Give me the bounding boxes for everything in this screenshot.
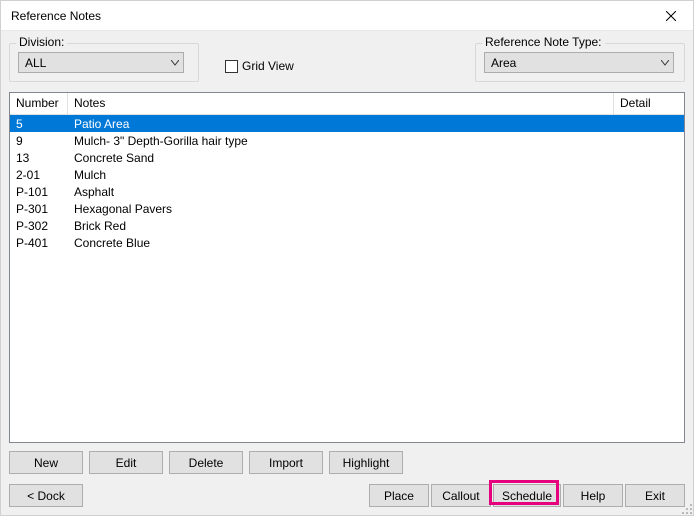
close-button[interactable] xyxy=(649,1,693,31)
reference-type-select[interactable]: Area xyxy=(484,52,674,73)
cell-number: P-302 xyxy=(10,219,68,233)
reference-type-group: Reference Note Type: Area xyxy=(475,43,685,82)
cell-notes: Brick Red xyxy=(68,219,614,233)
dock-button[interactable]: < Dock xyxy=(9,484,83,507)
action-buttons: New Edit Delete Import Highlight xyxy=(9,451,685,474)
table-body: 5Patio Area9Mulch- 3" Depth-Gorilla hair… xyxy=(10,115,684,442)
table-row[interactable]: P-302Brick Red xyxy=(10,217,684,234)
table-row[interactable]: P-301Hexagonal Pavers xyxy=(10,200,684,217)
col-notes[interactable]: Notes xyxy=(68,93,614,114)
place-button[interactable]: Place xyxy=(369,484,429,507)
table-row[interactable]: 5Patio Area xyxy=(10,115,684,132)
cell-notes: Asphalt xyxy=(68,185,614,199)
cell-number: 2-01 xyxy=(10,168,68,182)
cell-number: 13 xyxy=(10,151,68,165)
grid-view-label: Grid View xyxy=(242,59,294,73)
edit-button[interactable]: Edit xyxy=(89,451,163,474)
col-detail[interactable]: Detail xyxy=(614,93,684,114)
checkbox-icon xyxy=(225,60,238,73)
col-number[interactable]: Number xyxy=(10,93,68,114)
new-button[interactable]: New xyxy=(9,451,83,474)
table-row[interactable]: P-101Asphalt xyxy=(10,183,684,200)
cell-number: P-301 xyxy=(10,202,68,216)
division-select[interactable]: ALL xyxy=(18,52,184,73)
reference-type-value: Area xyxy=(491,56,516,70)
table-header: Number Notes Detail xyxy=(10,93,684,115)
bottom-buttons: < Dock Place Callout Schedule Help Exit xyxy=(9,484,685,507)
division-value: ALL xyxy=(25,56,46,70)
grid-view-checkbox[interactable]: Grid View xyxy=(225,59,294,73)
window-title: Reference Notes xyxy=(11,9,649,23)
cell-number: 9 xyxy=(10,134,68,148)
cell-notes: Concrete Blue xyxy=(68,236,614,250)
cell-notes: Patio Area xyxy=(68,117,614,131)
table-row[interactable]: 2-01Mulch xyxy=(10,166,684,183)
top-controls: Division: ALL Grid View Reference Note T… xyxy=(9,37,685,82)
resize-grip[interactable] xyxy=(679,501,693,515)
window: Reference Notes Division: ALL Grid xyxy=(0,0,694,516)
table-row[interactable]: 9Mulch- 3" Depth-Gorilla hair type xyxy=(10,132,684,149)
division-label: Division: xyxy=(16,35,67,49)
exit-button[interactable]: Exit xyxy=(625,484,685,507)
schedule-button[interactable]: Schedule xyxy=(493,484,561,507)
cell-number: P-101 xyxy=(10,185,68,199)
highlight-button[interactable]: Highlight xyxy=(329,451,403,474)
division-group: Division: ALL xyxy=(9,43,199,82)
cell-number: P-401 xyxy=(10,236,68,250)
delete-button[interactable]: Delete xyxy=(169,451,243,474)
cell-notes: Mulch xyxy=(68,168,614,182)
cell-number: 5 xyxy=(10,117,68,131)
chevron-down-icon xyxy=(661,60,669,66)
reference-type-label: Reference Note Type: xyxy=(482,35,605,49)
chevron-down-icon xyxy=(171,60,179,66)
import-button[interactable]: Import xyxy=(249,451,323,474)
cell-notes: Mulch- 3" Depth-Gorilla hair type xyxy=(68,134,614,148)
client-area: Division: ALL Grid View Reference Note T… xyxy=(1,31,693,515)
titlebar: Reference Notes xyxy=(1,1,693,31)
callout-button[interactable]: Callout xyxy=(431,484,491,507)
table-row[interactable]: P-401Concrete Blue xyxy=(10,234,684,251)
cell-notes: Concrete Sand xyxy=(68,151,614,165)
table-row[interactable]: 13Concrete Sand xyxy=(10,149,684,166)
help-button[interactable]: Help xyxy=(563,484,623,507)
cell-notes: Hexagonal Pavers xyxy=(68,202,614,216)
notes-table: Number Notes Detail 5Patio Area9Mulch- 3… xyxy=(9,92,685,443)
close-icon xyxy=(666,11,676,21)
